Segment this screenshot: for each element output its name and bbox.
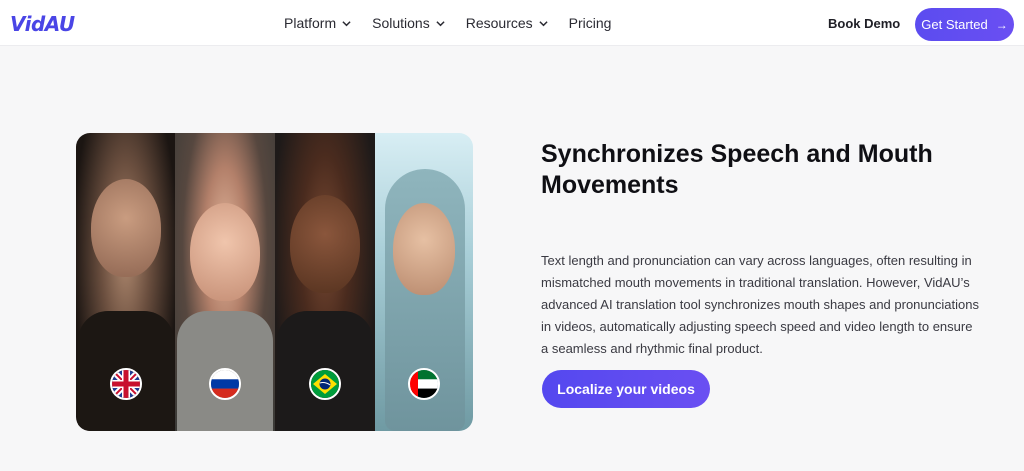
uk-flag-icon — [109, 368, 142, 400]
get-started-label: Get Started — [921, 17, 988, 32]
russia-flag-icon — [209, 368, 241, 400]
face-panel-brazil — [275, 133, 375, 431]
arrow-right-icon: → — [995, 17, 1008, 32]
main-nav: Platform Solutions Resources Pricing — [284, 0, 611, 46]
uae-flag-icon — [408, 368, 440, 400]
chevron-down-icon — [436, 20, 445, 26]
chevron-down-icon — [342, 20, 351, 26]
face-panel-uk — [76, 133, 175, 431]
nav-item-platform[interactable]: Platform — [284, 15, 351, 31]
book-demo-link[interactable]: Book Demo — [828, 16, 900, 31]
man-face-illustration — [90, 179, 161, 277]
get-started-button[interactable]: Get Started → — [915, 8, 1014, 41]
woman-face-illustration — [190, 203, 260, 301]
nav-item-label: Pricing — [568, 15, 612, 31]
nav-item-label: Platform — [284, 15, 337, 31]
top-navbar: VidAU Platform Solutions Resources Prici… — [0, 0, 1024, 46]
feature-title: Synchronizes Speech and Mouth Movements — [541, 140, 933, 199]
nav-item-label: Resources — [465, 15, 533, 31]
nav-item-label: Solutions — [372, 15, 430, 31]
brazil-flag-icon — [309, 368, 341, 400]
nav-item-pricing[interactable]: Pricing — [569, 15, 612, 31]
localize-videos-button[interactable]: Localize your videos — [542, 370, 710, 408]
nav-item-solutions[interactable]: Solutions — [372, 15, 445, 31]
vidau-logo[interactable]: VidAU — [10, 12, 75, 36]
nav-item-resources[interactable]: Resources — [466, 15, 548, 31]
face-panel-uae — [375, 133, 473, 431]
feature-description: Text length and pronunciation can vary a… — [541, 253, 979, 356]
woman-face-illustration — [393, 203, 455, 295]
chevron-down-icon — [539, 20, 548, 26]
multilingual-faces-image — [76, 133, 473, 431]
man-face-illustration — [290, 195, 360, 293]
face-panel-russia — [175, 133, 275, 431]
